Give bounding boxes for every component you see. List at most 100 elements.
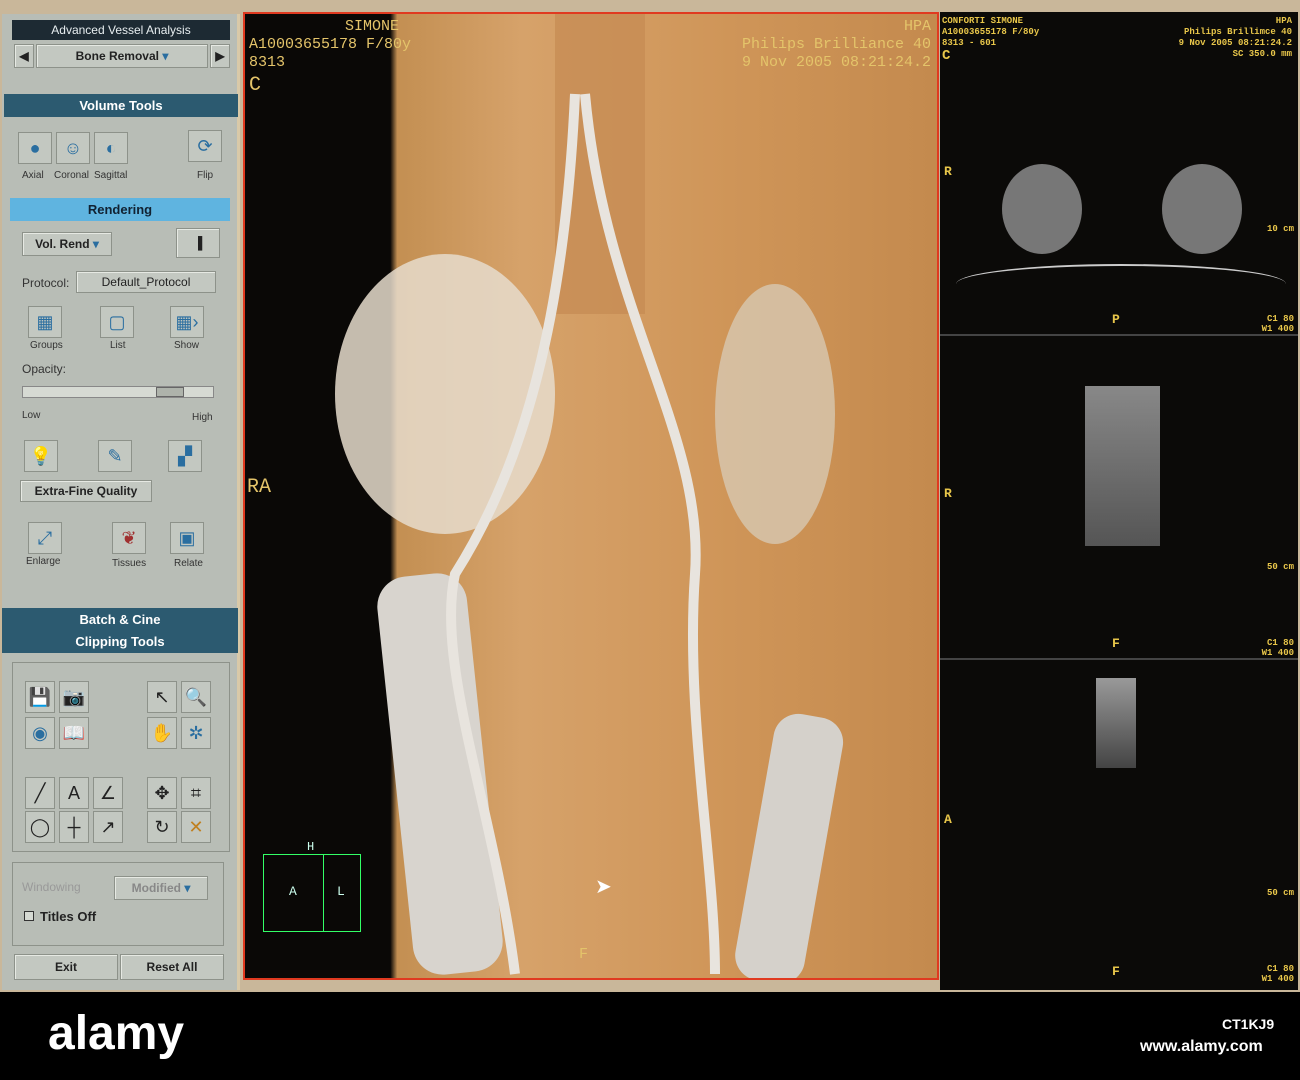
enlarge-icon[interactable]: ⤢ (28, 522, 62, 554)
relate-icon[interactable]: ▣ (170, 522, 204, 554)
groups-icon[interactable]: ▦ (28, 306, 62, 338)
opacity-slider[interactable] (22, 386, 214, 398)
coronal-viewport[interactable]: R F 50 cm C1 80 W1 400 (940, 336, 1298, 660)
axial-label: Axial (22, 170, 44, 181)
chevron-down-icon: ▾ (184, 881, 191, 895)
clipping-tools-header[interactable]: Clipping Tools (2, 630, 238, 653)
sagittal-viewport[interactable]: A F 50 cm C1 80 W1 400 (940, 660, 1298, 990)
screen: Advanced Vessel Analysis ◀ Bone Removal … (0, 0, 1300, 992)
show-icon[interactable]: ▦› (170, 306, 204, 338)
reset-rotate-icon[interactable]: ↻ (147, 811, 177, 843)
windowing-label: Windowing (22, 880, 81, 894)
axial-viewport[interactable]: R P 10 cm C1 80 W1 400 (940, 12, 1298, 336)
tissues-label: Tissues (112, 558, 147, 569)
line-icon[interactable]: ╱ (25, 777, 55, 809)
save-icon[interactable]: 💾 (25, 681, 55, 713)
rotate-icon[interactable]: ✲ (181, 717, 211, 749)
institution: HPA (903, 18, 931, 35)
enlarge-label: Enlarge (26, 556, 61, 567)
list-icon[interactable]: ▢ (100, 306, 134, 338)
windowing-select[interactable]: Modified ▾ (114, 876, 208, 900)
next-arrow-button[interactable]: ▶ (210, 44, 230, 68)
axial-c: C1 80 (1266, 314, 1294, 324)
volume-tools-header[interactable]: Volume Tools (4, 94, 238, 117)
lightbulb-icon[interactable]: 💡 (24, 440, 58, 472)
pointer-icon[interactable]: ↖ (147, 681, 177, 713)
coronal-slice (1085, 386, 1160, 546)
axial-head-icon[interactable]: ● (18, 132, 52, 164)
axial-w: W1 400 (1261, 324, 1294, 334)
sagittal-label: Sagittal (94, 170, 128, 181)
cube-top-label: H (307, 840, 315, 854)
batch-cine-header[interactable]: Batch & Cine (2, 608, 238, 631)
patient-id: A10003655178 F/80y (249, 36, 412, 53)
watermark-url: www.alamy.com (1140, 1038, 1263, 1055)
coronal-head-icon[interactable]: ☺ (56, 132, 90, 164)
move-icon[interactable]: ✥ (147, 777, 177, 809)
opacity-low-label: Low (22, 410, 41, 421)
polygon-icon[interactable]: ⌗ (181, 777, 211, 809)
scanner: Philips Brilliance 40 (741, 36, 931, 53)
angle-icon[interactable]: ∠ (93, 777, 123, 809)
sagittal-slice (1096, 678, 1136, 768)
delete-icon[interactable]: ✕ (181, 811, 211, 843)
protocol-field[interactable]: Default_Protocol (76, 271, 216, 293)
axial-bottom-label: P (1112, 312, 1120, 327)
chevron-down-icon: ▾ (162, 49, 169, 63)
render-mode-select[interactable]: Vol. Rend ▾ (22, 232, 112, 256)
volume-render-viewport[interactable]: SIMONE A10003655178 F/80y 8313 C HPA Phi… (243, 12, 939, 980)
orientation-cube[interactable]: H A L (263, 840, 363, 934)
axial-left-label: R (944, 164, 952, 179)
camera-icon[interactable]: ◉ (25, 717, 55, 749)
flip-icon[interactable]: ⟳ (188, 130, 222, 162)
rendering-header[interactable]: Rendering (10, 198, 230, 221)
exit-button[interactable]: Exit (14, 954, 118, 980)
ellipse-icon[interactable]: ◯ (25, 811, 55, 843)
coronal-label: Coronal (54, 170, 90, 181)
show-label: Show (174, 340, 200, 351)
tool-palette: 💾 📷 ◉ 📖 ↖ 🔍 ✋ ✲ ╱ A ∠ ◯ ┼ ↗ ✥ ⌗ ↻ ✕ (12, 662, 230, 852)
prev-arrow-button[interactable]: ◀ (14, 44, 34, 68)
protocol-label: Protocol: (22, 276, 70, 290)
opacity-label: Opacity: (22, 362, 67, 376)
watermark-bar: alamy CT1KJ9 www.alamy.com (0, 992, 1300, 1080)
pan-hand-icon[interactable]: ✋ (147, 717, 177, 749)
quality-select[interactable]: Extra-Fine Quality (20, 480, 152, 502)
orientation-top: C (249, 74, 262, 97)
text-icon[interactable]: A (59, 777, 89, 809)
patient-name: SIMONE (345, 18, 400, 35)
zoom-icon[interactable]: 🔍 (181, 681, 211, 713)
sagittal-left-label: A (944, 812, 952, 827)
opacity-slider-handle[interactable] (156, 387, 184, 397)
crosshair-icon[interactable]: ┼ (59, 811, 89, 843)
chevron-down-icon: ▾ (92, 237, 99, 251)
coronal-w: W1 400 (1261, 648, 1294, 658)
datetime: 9 Nov 2005 08:21:24.2 (741, 54, 931, 71)
reset-all-button[interactable]: Reset All (120, 954, 224, 980)
tissue-color-icon[interactable]: ▞ (168, 440, 202, 472)
axial-slice-right (1162, 164, 1242, 254)
cube-front-label: A (289, 884, 297, 899)
cube-side-label: L (337, 884, 345, 899)
groups-label: Groups (30, 340, 63, 351)
light-edit-icon[interactable]: ✎ (98, 440, 132, 472)
snapshot-icon[interactable]: 📷 (59, 681, 89, 713)
arrow-icon[interactable]: ↗ (93, 811, 123, 843)
tissues-icon[interactable]: ❦ (112, 522, 146, 554)
grayscale-toggle-icon[interactable]: ▐ (176, 228, 220, 258)
mode-select[interactable]: Bone Removal ▾ (36, 44, 208, 68)
mpr-views: CONFORTI SIMONE A10003655178 F/80y 8313 … (940, 12, 1298, 990)
list-label: List (110, 340, 126, 351)
relate-label: Relate (174, 558, 203, 569)
watermark-logo: alamy (48, 1007, 185, 1060)
coronal-scale: 50 cm (1266, 562, 1294, 572)
book-icon[interactable]: 📖 (59, 717, 89, 749)
titles-off-checkbox[interactable] (24, 911, 34, 921)
pelvis-3d-render (335, 14, 844, 978)
mouse-cursor-icon: ➤ (595, 876, 612, 898)
mode-select-value: Bone Removal (75, 49, 159, 63)
sagittal-head-icon[interactable]: ◐ (94, 132, 128, 164)
coronal-c: C1 80 (1266, 638, 1294, 648)
coronal-bottom-label: F (1112, 636, 1120, 651)
table-arc (956, 264, 1286, 304)
